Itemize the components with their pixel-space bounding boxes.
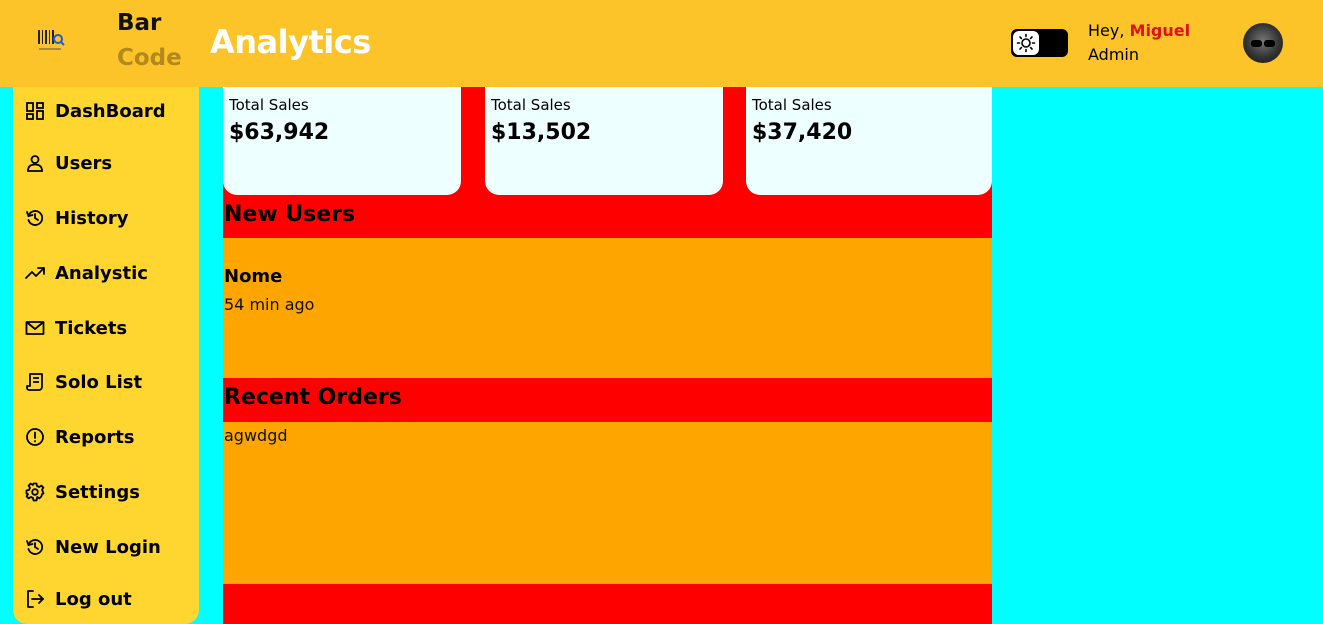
user-name: Miguel — [1129, 21, 1191, 40]
sidebar-item-label: New Login — [55, 536, 161, 558]
avatar-eye-left — [1251, 40, 1262, 47]
sidebar-item-label: Tickets — [55, 317, 128, 339]
receipt-icon — [26, 373, 43, 391]
sidebar-item-reports[interactable]: Reports — [25, 424, 135, 450]
sidebar-item-label: Reports — [55, 426, 135, 448]
history-icon — [26, 539, 44, 555]
history-icon — [26, 210, 44, 226]
sidebar-item-settings[interactable]: Settings — [25, 479, 140, 505]
recent-orders-title: Recent Orders — [224, 385, 402, 410]
new-user-name[interactable]: Nome — [224, 266, 282, 287]
stat-card-label: Total Sales — [229, 96, 309, 114]
avatar-eye-right — [1264, 40, 1275, 47]
sidebar-item-users[interactable]: Users — [25, 150, 112, 176]
logout-icon — [27, 590, 44, 608]
dashboard-grid-icon — [26, 102, 44, 120]
sidebar-item-solo-list[interactable]: Solo List — [25, 369, 142, 395]
user-icon — [27, 155, 43, 172]
new-user-time: 54 min ago — [224, 295, 315, 314]
sidebar-item-logout[interactable]: Log out — [25, 586, 132, 612]
sidebar-item-analystic[interactable]: Analystic — [25, 260, 148, 286]
mail-icon — [25, 321, 45, 335]
page-title: Analytics — [210, 23, 371, 61]
sidebar-item-label: Analystic — [55, 262, 148, 284]
top-header: Bar Code Analytics Hey, Miguel Admin — [0, 0, 1323, 87]
theme-toggle[interactable] — [1011, 29, 1068, 57]
sidebar-item-dashboard[interactable]: DashBoard — [25, 98, 166, 124]
sidebar-item-new-login[interactable]: New Login — [25, 534, 161, 560]
greeting: Hey, Miguel — [1088, 21, 1190, 40]
barcode-logo[interactable] — [28, 16, 76, 68]
new-users-panel: Nome 54 min ago — [223, 238, 992, 378]
sun-icon — [1016, 33, 1036, 53]
sidebar-item-label: DashBoard — [55, 100, 166, 122]
user-role: Admin — [1088, 45, 1139, 64]
brand-name-line1: Bar — [117, 10, 162, 36]
brand-name-line2: Code — [117, 45, 182, 71]
gear-icon — [25, 482, 45, 502]
stat-card-value: $37,420 — [752, 120, 853, 145]
sidebar-item-label: Solo List — [55, 371, 143, 393]
main-content: Total Sales $63,942 Total Sales $13,502 … — [223, 87, 992, 624]
stat-card[interactable]: Total Sales $37,420 — [746, 87, 992, 195]
recent-order-item: agwdgd — [224, 426, 288, 445]
sidebar-item-label: Users — [55, 152, 113, 174]
sidebar-item-label: History — [55, 207, 129, 229]
stat-card[interactable]: Total Sales $63,942 — [223, 87, 461, 195]
alert-circle-icon — [26, 428, 44, 446]
greeting-prefix: Hey, — [1088, 21, 1130, 40]
sidebar-item-history[interactable]: History — [25, 205, 129, 231]
sidebar-item-label: Settings — [55, 481, 140, 503]
sidebar-item-label: Log out — [55, 588, 132, 610]
barcode-icon — [38, 30, 65, 50]
sidebar: DashBoard Users History Analystic Ticket… — [13, 87, 199, 624]
stat-card-value: $13,502 — [491, 120, 592, 145]
recent-orders-panel: agwdgd — [223, 422, 992, 584]
stat-card-value: $63,942 — [229, 120, 330, 145]
sidebar-item-tickets[interactable]: Tickets — [25, 315, 127, 341]
trending-up-icon — [25, 267, 45, 279]
stat-card[interactable]: Total Sales $13,502 — [485, 87, 723, 195]
avatar[interactable] — [1243, 23, 1283, 63]
stat-card-label: Total Sales — [491, 96, 571, 114]
new-users-title: New Users — [224, 202, 356, 227]
toggle-knob — [1013, 31, 1039, 55]
stat-card-label: Total Sales — [752, 96, 832, 114]
